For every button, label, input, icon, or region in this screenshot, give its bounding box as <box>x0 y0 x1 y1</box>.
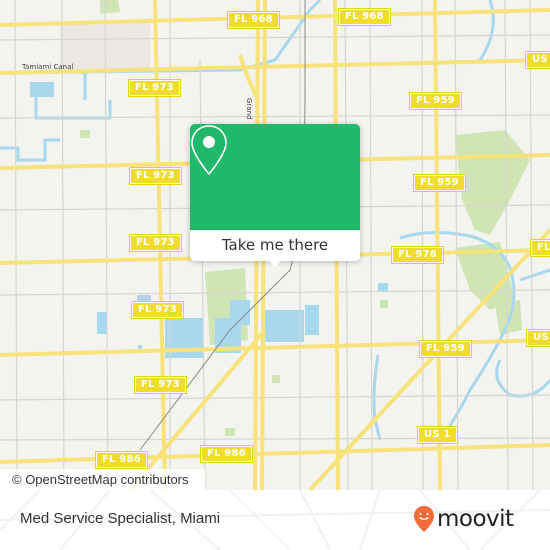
moovit-brand-text: moovit <box>437 506 514 532</box>
route-shield: FL 976 <box>391 246 444 264</box>
route-shield: FL 968 <box>227 11 280 29</box>
route-shield: FL 973 <box>131 301 184 319</box>
route-shield: FL 973 <box>129 234 182 252</box>
place-name: Med Service Specialist, Miami <box>20 510 221 527</box>
take-me-there-button[interactable]: Take me there <box>190 230 360 261</box>
route-shield: FL 986 <box>95 451 148 469</box>
popup-tail <box>267 259 283 267</box>
route-shield: FL 986 <box>200 445 253 463</box>
route-shield: FL 973 <box>128 79 181 97</box>
location-popup[interactable]: Take me there <box>190 124 360 267</box>
route-shield: FL 959 <box>409 92 462 110</box>
map[interactable]: Tamiami Canal Grand FL 968 FL 968 FL 973… <box>0 0 550 490</box>
route-shield: FL 959 <box>419 340 472 358</box>
route-shield: US 1 <box>525 51 550 69</box>
route-shield: FL 959 <box>413 174 466 192</box>
road-label: Grand <box>245 98 253 120</box>
route-shield: US 1 <box>417 426 458 444</box>
route-shield: FL 9 <box>529 239 550 257</box>
moovit-logo[interactable]: moovit <box>413 505 514 533</box>
moovit-pin-icon <box>414 506 434 532</box>
popup-header <box>190 124 360 230</box>
route-shield: FL 973 <box>134 376 187 394</box>
route-shield: FL 973 <box>129 167 182 185</box>
canal-label: Tamiami Canal <box>22 63 74 71</box>
footer: Med Service Specialist, Miami moovit <box>0 490 550 550</box>
route-shield: US 1 <box>526 329 550 347</box>
location-pin-icon <box>191 125 227 176</box>
map-attribution[interactable]: © OpenStreetMap contributors <box>0 469 205 490</box>
route-shield: FL 968 <box>338 8 391 26</box>
